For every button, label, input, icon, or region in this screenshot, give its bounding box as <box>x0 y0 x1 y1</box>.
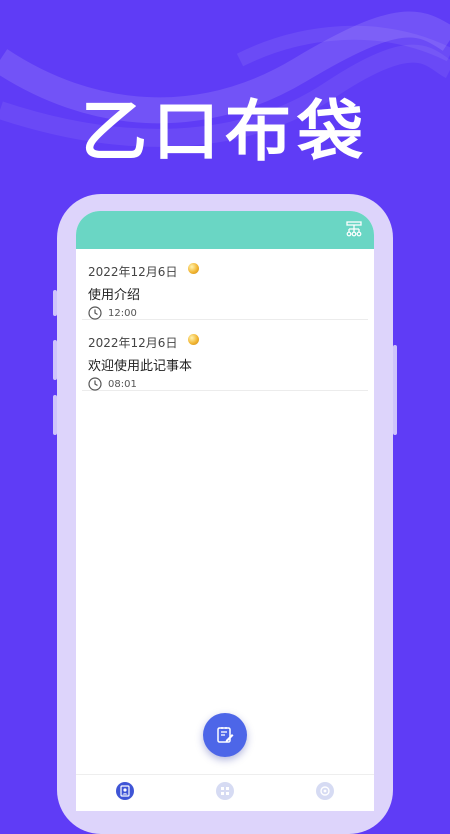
note-time: 12:00 <box>108 308 137 319</box>
phone-power-button <box>393 345 397 435</box>
app-header <box>76 211 374 249</box>
grid-icon <box>221 787 229 795</box>
phone-side-button <box>53 395 57 435</box>
note-date: 2022年12月6日 <box>88 336 178 350</box>
nav-item-grid[interactable] <box>216 782 234 800</box>
phone-side-button <box>53 290 57 316</box>
note-title: 欢迎使用此记事本 <box>88 359 193 374</box>
list-item[interactable]: 2022年12月6日 使用介绍 12:00 <box>82 249 368 320</box>
clock-icon <box>88 377 102 391</box>
note-time: 08:01 <box>108 379 137 390</box>
nav-item-contacts[interactable] <box>116 782 134 800</box>
emoji-icon <box>188 263 199 274</box>
hero-title: 乙口布袋 <box>81 93 369 170</box>
settings-icon <box>320 786 330 796</box>
bottom-nav <box>76 774 374 801</box>
note-title: 使用介绍 <box>88 288 141 303</box>
edit-note-icon <box>217 727 234 743</box>
contact-icon <box>120 785 130 797</box>
clock-icon <box>88 306 102 320</box>
list-item[interactable]: 2022年12月6日 欢迎使用此记事本 08:01 <box>82 320 368 391</box>
nav-item-settings[interactable] <box>316 782 334 800</box>
note-list: 2022年12月6日 使用介绍 12:00 2022年12月6日 欢迎使用此记事… <box>76 249 374 391</box>
new-note-button[interactable] <box>203 713 247 757</box>
note-date: 2022年12月6日 <box>88 265 178 279</box>
sitemap-icon[interactable] <box>346 221 362 237</box>
emoji-icon <box>188 334 199 345</box>
phone-side-button <box>53 340 57 380</box>
